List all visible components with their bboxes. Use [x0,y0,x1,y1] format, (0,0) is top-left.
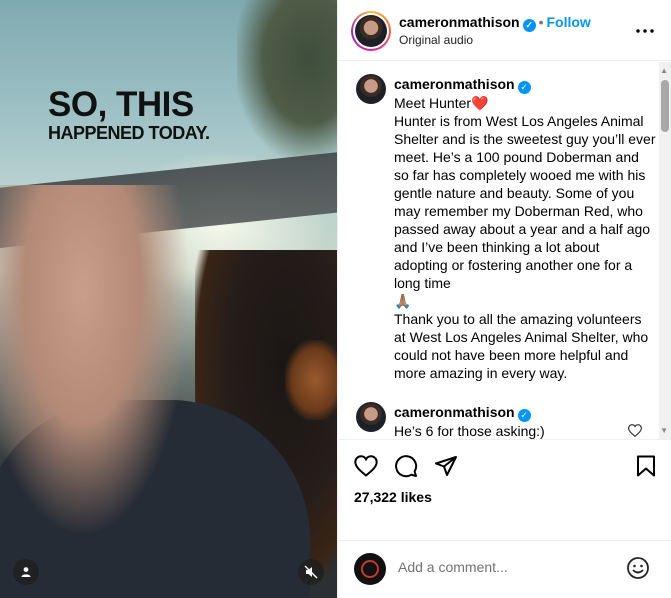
post-actions [338,452,671,484]
tree-background [237,0,337,160]
caption-paragraph-2: Hunter is from West Los Angeles Animal S… [394,113,656,309]
avatar-image [355,15,387,47]
post-caption: cameronmathison ✓ Meet Hunter❤️ Hunter is… [394,75,656,382]
comments-list[interactable]: cameronmathison ✓ Meet Hunter❤️ Hunter is… [338,62,671,440]
heart-outline-icon [627,424,643,438]
comment-item: cameronmathison ✓ He’s 6 for those asking… [394,403,656,439]
scroll-up-arrow-icon[interactable]: ▲ [660,66,668,75]
comment-username[interactable]: cameronmathison [394,404,515,420]
comment-input[interactable] [398,559,618,575]
author-avatar[interactable] [351,11,391,51]
separator-dot: • [538,14,544,30]
share-button[interactable] [432,452,460,480]
comment-button[interactable] [392,452,420,480]
smiley-face-icon [627,557,649,579]
speaker-muted-icon [304,565,318,579]
scroll-down-arrow-icon[interactable]: ▼ [660,426,668,435]
verified-badge-icon: ✓ [522,19,536,32]
caption-paragraph-3: Thank you to all the amazing volunteers … [394,311,649,381]
more-horizontal-icon [636,29,654,33]
overlay-line-1: SO, THIS [48,85,194,124]
comment-bubble-icon [395,455,418,478]
bookmark-icon [637,455,655,477]
add-comment-row [338,540,671,598]
emoji-picker-button[interactable] [626,556,650,580]
like-button[interactable] [352,452,380,480]
send-icon [435,456,457,476]
verified-badge-icon: ✓ [517,81,531,94]
caption-paragraph-1: Meet Hunter❤️ [394,95,489,111]
more-options-button[interactable] [636,20,654,38]
dog-snout [285,340,337,420]
post-panel: cameronmathison ✓ • Follow Original audio c… [337,0,671,598]
heart-emoji: ❤️ [471,95,489,111]
viewer-logo-icon [361,560,379,578]
comment-avatar[interactable] [356,402,386,432]
likes-count[interactable]: 27,322 likes [354,489,432,505]
overlay-line-2: HAPPENED TODAY. [48,123,210,143]
author-username[interactable]: cameronmathison [399,14,520,30]
comment-like-button[interactable] [627,424,643,439]
mute-button[interactable] [298,559,324,585]
viewer-avatar[interactable] [354,553,386,585]
likes-label: likes [400,489,432,505]
heart-icon [354,455,378,477]
praying-hands-emoji: 🙏🏽 [394,293,412,309]
audio-link[interactable]: Original audio [399,33,473,47]
video-overlay-text: SO, THIS HAPPENED TODAY. [48,85,210,144]
caption-avatar[interactable] [356,74,386,104]
author-line: cameronmathison ✓ • Follow [399,14,591,32]
caption-username[interactable]: cameronmathison [394,76,515,92]
man-face [0,185,220,598]
user-icon [21,567,31,577]
save-button[interactable] [632,452,660,480]
follow-button[interactable]: Follow [547,14,591,30]
verified-badge-icon: ✓ [517,409,531,422]
comment-text: He’s 6 for those asking:) [394,423,545,439]
reel-video[interactable]: SO, THIS HAPPENED TODAY. [0,0,337,598]
scrollbar-thumb[interactable] [661,80,669,132]
likes-number: 27,322 [354,489,397,505]
tagged-users-button[interactable] [13,559,39,585]
post-header: cameronmathison ✓ • Follow Original audio [338,0,671,61]
